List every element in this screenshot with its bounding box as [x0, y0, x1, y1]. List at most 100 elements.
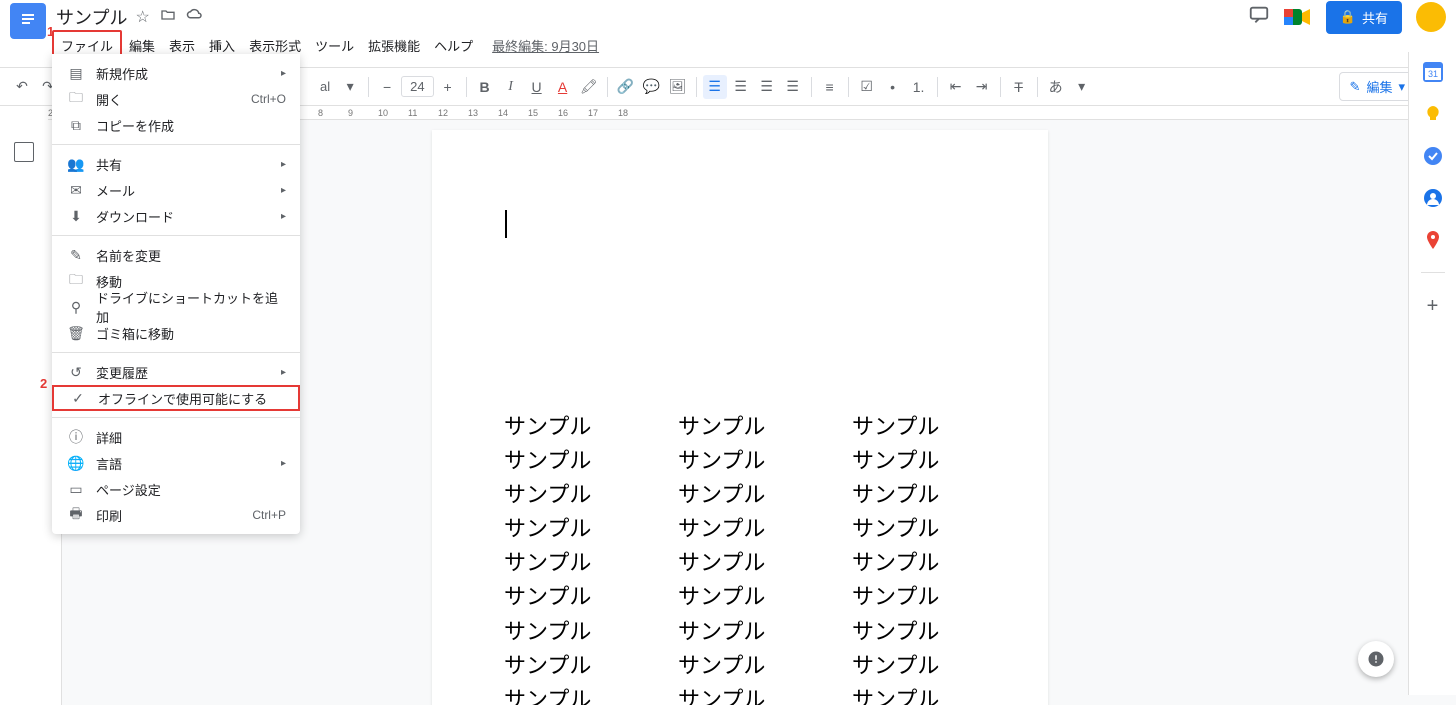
highlight-button[interactable]: 🖍: [577, 75, 601, 99]
undo-button[interactable]: ↶: [10, 75, 34, 99]
text-row: サンプルサンプルサンプル: [504, 649, 976, 683]
document-page[interactable]: サンプルサンプルサンプルサンプルサンプルサンプルサンプルサンプルサンプルサンプル…: [432, 130, 1048, 705]
comment-button[interactable]: 💬: [640, 75, 664, 99]
fontsize-increase-button[interactable]: +: [436, 75, 460, 99]
text-row: サンプルサンプルサンプル: [504, 478, 976, 512]
menu-offline[interactable]: ✓オフラインで使用可能にする: [52, 385, 300, 411]
align-left-button[interactable]: ☰: [703, 75, 727, 99]
calendar-icon[interactable]: 31: [1423, 62, 1443, 82]
link-button[interactable]: 🔗: [614, 75, 638, 99]
maps-icon[interactable]: [1423, 230, 1443, 250]
menu-download[interactable]: ⬇ダウンロード▸: [52, 203, 300, 229]
text-cell: サンプル: [852, 410, 972, 444]
text-cell: サンプル: [678, 615, 798, 649]
font-dropdown-icon[interactable]: ▾: [338, 75, 362, 99]
align-right-button[interactable]: ☰: [755, 75, 779, 99]
menu-copy[interactable]: ⧉コピーを作成: [52, 112, 300, 138]
history-icon: ↺: [66, 364, 86, 381]
folder-icon: 🗀: [66, 87, 86, 111]
outline-button[interactable]: [14, 142, 34, 162]
text-cell: サンプル: [678, 649, 798, 683]
download-icon: ⬇: [66, 208, 86, 225]
mail-icon: ✉: [66, 182, 86, 199]
ruler-mark: 12: [438, 108, 448, 118]
tasks-icon[interactable]: [1423, 146, 1443, 166]
text-cell: サンプル: [852, 615, 972, 649]
menu-print[interactable]: 🖶印刷Ctrl+P: [52, 502, 300, 528]
explore-button[interactable]: [1358, 641, 1394, 677]
menu-help[interactable]: ヘルプ: [427, 32, 480, 59]
edit-mode-button[interactable]: ✎ 編集 ▾: [1339, 72, 1416, 101]
text-cell: サンプル: [504, 410, 624, 444]
menu-pagesetup[interactable]: ▭ページ設定: [52, 476, 300, 502]
menu-shortcut[interactable]: ⚲ドライブにショートカットを追加: [52, 294, 300, 320]
line-spacing-button[interactable]: ≡: [818, 75, 842, 99]
document-title[interactable]: サンプル: [56, 4, 127, 30]
menu-share[interactable]: 👥共有▸: [52, 151, 300, 177]
menu-detail[interactable]: ⓘ詳細: [52, 424, 300, 450]
italic-button[interactable]: I: [499, 75, 523, 99]
add-on-button[interactable]: +: [1423, 295, 1443, 315]
checklist-button[interactable]: ☑: [855, 75, 879, 99]
menu-rename[interactable]: ✎名前を変更: [52, 242, 300, 268]
indent-decrease-button[interactable]: ⇤: [944, 75, 968, 99]
ime-button[interactable]: あ: [1044, 75, 1068, 99]
share-button[interactable]: 🔒 共有: [1326, 1, 1402, 34]
font-size-input[interactable]: 24: [401, 76, 433, 97]
ime-dropdown-icon[interactable]: ▾: [1070, 75, 1094, 99]
docs-logo[interactable]: [10, 3, 46, 39]
numbered-list-button[interactable]: 1.: [907, 75, 931, 99]
submenu-arrow-icon: ▸: [281, 68, 286, 79]
ruler-mark: 15: [528, 108, 538, 118]
submenu-arrow-icon: ▸: [281, 159, 286, 170]
last-edit-link[interactable]: 最終編集: 9月30日: [492, 36, 599, 55]
menu-extensions[interactable]: 拡張機能: [361, 32, 427, 59]
menu-new[interactable]: ▤新規作成▸: [52, 60, 300, 86]
menu-lang[interactable]: 🌐言語▸: [52, 450, 300, 476]
pencil-icon: ✎: [1350, 79, 1361, 95]
ruler-mark: 18: [618, 108, 628, 118]
ruler-mark: 16: [558, 108, 568, 118]
contacts-icon[interactable]: [1423, 188, 1443, 208]
keep-icon[interactable]: [1423, 104, 1443, 124]
share-label: 共有: [1362, 8, 1388, 27]
move-icon: 🗀: [66, 269, 86, 293]
shortcut-icon: ⚲: [66, 299, 86, 316]
meet-icon[interactable]: [1284, 7, 1312, 27]
text-color-button[interactable]: A: [551, 75, 575, 99]
move-folder-icon[interactable]: [160, 7, 176, 28]
bold-button[interactable]: B: [473, 75, 497, 99]
text-cell: サンプル: [504, 649, 624, 683]
side-panel: 31 +: [1408, 52, 1456, 695]
fontsize-decrease-button[interactable]: −: [375, 75, 399, 99]
text-cell: サンプル: [504, 444, 624, 478]
left-gutter: [0, 106, 48, 705]
font-name-partial[interactable]: al: [314, 79, 336, 94]
submenu-arrow-icon: ▸: [281, 458, 286, 469]
text-cell: サンプル: [678, 546, 798, 580]
clear-formatting-button[interactable]: T: [1007, 75, 1031, 99]
star-icon[interactable]: ☆: [135, 7, 149, 28]
titlebar: サンプル ☆ 🔒 共有: [0, 0, 1456, 28]
text-row: サンプルサンプルサンプル: [504, 580, 976, 614]
text-cell: サンプル: [852, 512, 972, 546]
bullet-list-button[interactable]: •: [881, 75, 905, 99]
image-button[interactable]: 🖼: [666, 75, 690, 99]
submenu-arrow-icon: ▸: [281, 367, 286, 378]
text-cell: サンプル: [678, 444, 798, 478]
menu-trash[interactable]: 🗑ゴミ箱に移動: [52, 320, 300, 346]
align-center-button[interactable]: ☰: [729, 75, 753, 99]
cloud-status-icon[interactable]: [186, 7, 204, 28]
menu-tools[interactable]: ツール: [308, 32, 361, 59]
indent-increase-button[interactable]: ⇥: [970, 75, 994, 99]
align-justify-button[interactable]: ☰: [781, 75, 805, 99]
document-icon: ▤: [66, 65, 86, 82]
underline-button[interactable]: U: [525, 75, 549, 99]
comment-history-icon[interactable]: [1248, 4, 1270, 31]
menu-mail[interactable]: ✉メール▸: [52, 177, 300, 203]
avatar[interactable]: [1416, 2, 1446, 32]
text-cell: サンプル: [504, 546, 624, 580]
menu-open[interactable]: 🗀開くCtrl+O: [52, 86, 300, 112]
annotation-2: 2: [40, 376, 47, 391]
menu-history[interactable]: ↺変更履歴▸: [52, 359, 300, 385]
